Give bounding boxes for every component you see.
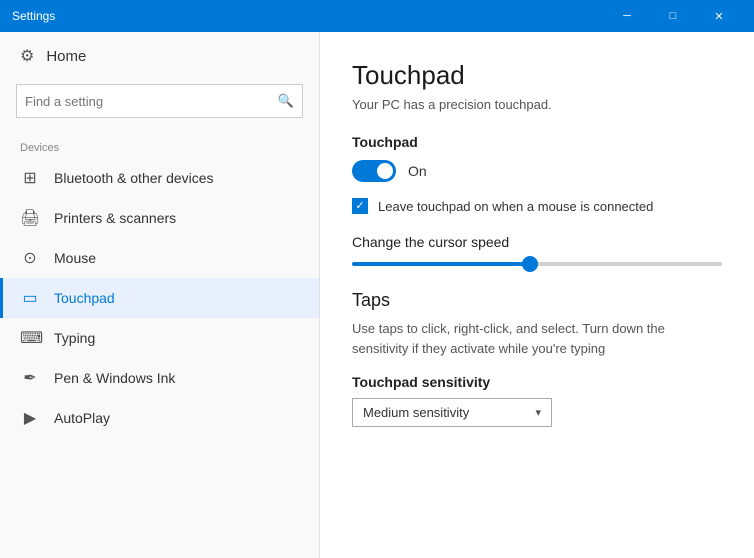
main-content: Touchpad Your PC has a precision touchpa…	[320, 32, 754, 558]
slider-fill	[352, 262, 530, 266]
search-box[interactable]: 🔍	[16, 84, 303, 118]
sidebar: Home 🔍 Devices ⊞ Bluetooth & other devic…	[0, 32, 320, 558]
sidebar-item-pen[interactable]: ✒ Pen & Windows Ink	[0, 358, 319, 398]
sidebar-item-bluetooth[interactable]: ⊞ Bluetooth & other devices	[0, 158, 319, 198]
sensitivity-label: Touchpad sensitivity	[352, 374, 722, 390]
slider-label: Change the cursor speed	[352, 234, 722, 250]
window-title: Settings	[12, 9, 604, 23]
mouse-icon: ⊙	[20, 248, 40, 268]
devices-section-title: Devices	[0, 134, 319, 158]
toggle-row: On	[352, 160, 722, 182]
check-mark: ✓	[355, 201, 364, 212]
touchpad-toggle[interactable]	[352, 160, 396, 182]
sidebar-item-mouse[interactable]: ⊙ Mouse	[0, 238, 319, 278]
bluetooth-icon: ⊞	[20, 168, 40, 188]
toggle-state-label: On	[408, 163, 427, 179]
search-input[interactable]	[25, 94, 278, 109]
checkbox-row: ✓ Leave touchpad on when a mouse is conn…	[352, 198, 722, 214]
sidebar-item-touchpad[interactable]: ▭ Touchpad	[0, 278, 319, 318]
sidebar-item-typing[interactable]: ⌨ Typing	[0, 318, 319, 358]
pen-icon: ✒	[20, 368, 40, 388]
slider-track[interactable]	[352, 262, 722, 266]
content-area: Home 🔍 Devices ⊞ Bluetooth & other devic…	[0, 32, 754, 558]
toggle-knob	[377, 163, 393, 179]
printer-icon: 🖨	[20, 208, 40, 228]
printers-label: Printers & scanners	[54, 210, 176, 226]
title-bar: Settings ─ □ ✕	[0, 0, 754, 32]
typing-label: Typing	[54, 330, 95, 346]
sidebar-item-autoplay[interactable]: ▶ AutoPlay	[0, 398, 319, 438]
autoplay-icon: ▶	[20, 408, 40, 428]
maximize-button[interactable]: □	[650, 0, 696, 32]
taps-description: Use taps to click, right-click, and sele…	[352, 319, 722, 358]
touchpad-label: Touchpad	[54, 290, 115, 306]
touchpad-icon: ▭	[20, 288, 40, 308]
chevron-down-icon: ▾	[535, 406, 541, 419]
gear-icon	[20, 46, 34, 66]
touchpad-section-label: Touchpad	[352, 134, 722, 150]
bluetooth-label: Bluetooth & other devices	[54, 170, 214, 186]
sidebar-item-home[interactable]: Home	[0, 32, 319, 80]
sensitivity-value: Medium sensitivity	[363, 405, 469, 420]
autoplay-label: AutoPlay	[54, 410, 110, 426]
home-label: Home	[46, 48, 86, 65]
window-controls: ─ □ ✕	[604, 0, 742, 32]
minimize-button[interactable]: ─	[604, 0, 650, 32]
typing-icon: ⌨	[20, 328, 40, 348]
mouse-label: Mouse	[54, 250, 96, 266]
search-icon: 🔍	[278, 93, 294, 109]
page-title: Touchpad	[352, 60, 722, 91]
cursor-speed-section: Change the cursor speed	[352, 234, 722, 266]
close-button[interactable]: ✕	[696, 0, 742, 32]
sensitivity-dropdown[interactable]: Medium sensitivity ▾	[352, 398, 552, 427]
sidebar-item-printers[interactable]: 🖨 Printers & scanners	[0, 198, 319, 238]
leave-touchpad-checkbox[interactable]: ✓	[352, 198, 368, 214]
pen-label: Pen & Windows Ink	[54, 370, 175, 386]
slider-thumb[interactable]	[522, 256, 538, 272]
settings-window: Settings ─ □ ✕ Home 🔍 Devices ⊞	[0, 0, 754, 558]
checkbox-label: Leave touchpad on when a mouse is connec…	[378, 199, 653, 214]
taps-title: Taps	[352, 290, 722, 311]
touchpad-subtitle: Your PC has a precision touchpad.	[352, 97, 722, 112]
